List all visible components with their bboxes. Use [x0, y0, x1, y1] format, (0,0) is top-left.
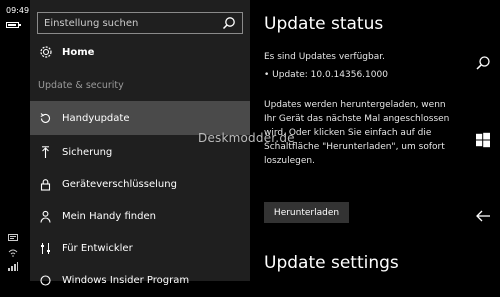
- notification-icon[interactable]: [8, 234, 18, 246]
- nav-item-mein-handy-finden[interactable]: Mein Handy finden: [30, 199, 250, 233]
- nav-item-label: Geräteverschlüsselung: [62, 178, 177, 190]
- nav-item-label: Windows Insider Program: [62, 274, 190, 286]
- signal-icon: [8, 262, 18, 274]
- section-label: Update & security: [38, 80, 124, 91]
- watermark: Deskmodder.de: [198, 131, 295, 145]
- description-line: loszulegen.: [264, 156, 315, 166]
- gear-icon: [40, 46, 52, 58]
- nav-item-fuer-entwickler[interactable]: Für Entwickler: [30, 231, 250, 265]
- nav-item-label: Sicherung: [62, 146, 113, 158]
- nav-item-label: Mein Handy finden: [62, 210, 156, 222]
- nav-item-label: Handyupdate: [62, 112, 130, 124]
- navigation-bar: [465, 0, 500, 281]
- windows-icon[interactable]: [475, 132, 491, 148]
- section-title-update-settings: Update settings: [264, 253, 399, 273]
- battery-level: [8, 24, 16, 26]
- search-icon[interactable]: [222, 16, 236, 30]
- search-icon[interactable]: [475, 55, 491, 71]
- page-title: Update status: [264, 14, 384, 34]
- wifi-icon: [8, 248, 18, 260]
- upload-icon: [38, 145, 52, 159]
- insider-icon: [38, 273, 52, 287]
- home-label: Home: [62, 46, 95, 58]
- sliders-icon: [38, 241, 52, 255]
- refresh-icon: [38, 111, 52, 125]
- nav-item-geraeteverschluesselung[interactable]: Geräteverschlüsselung: [30, 167, 250, 201]
- nav-item-label: Für Entwickler: [62, 242, 133, 254]
- updates-available-text: Es sind Updates verfügbar.: [264, 52, 385, 62]
- nav-item-handyupdate[interactable]: Handyupdate: [30, 101, 250, 135]
- back-arrow-icon[interactable]: [475, 208, 491, 224]
- nav-item-windows-insider-program[interactable]: Windows Insider Program: [30, 263, 250, 297]
- status-time: 09:49: [6, 6, 30, 15]
- person-icon: [38, 209, 52, 223]
- battery-icon: [6, 22, 21, 28]
- update-version-text: • Update: 10.0.14356.1000: [264, 70, 388, 80]
- home-link[interactable]: Home: [38, 42, 94, 62]
- search-input[interactable]: [38, 13, 230, 33]
- download-button[interactable]: Herunterladen: [264, 202, 349, 223]
- lock-icon: [38, 177, 52, 191]
- description-line: Ihr Gerät das nächste Mal angeschlossen: [264, 114, 450, 124]
- search-box[interactable]: [37, 12, 243, 34]
- status-bar: 09:49: [0, 0, 30, 281]
- description-line: Updates werden heruntergeladen, wenn: [264, 100, 446, 110]
